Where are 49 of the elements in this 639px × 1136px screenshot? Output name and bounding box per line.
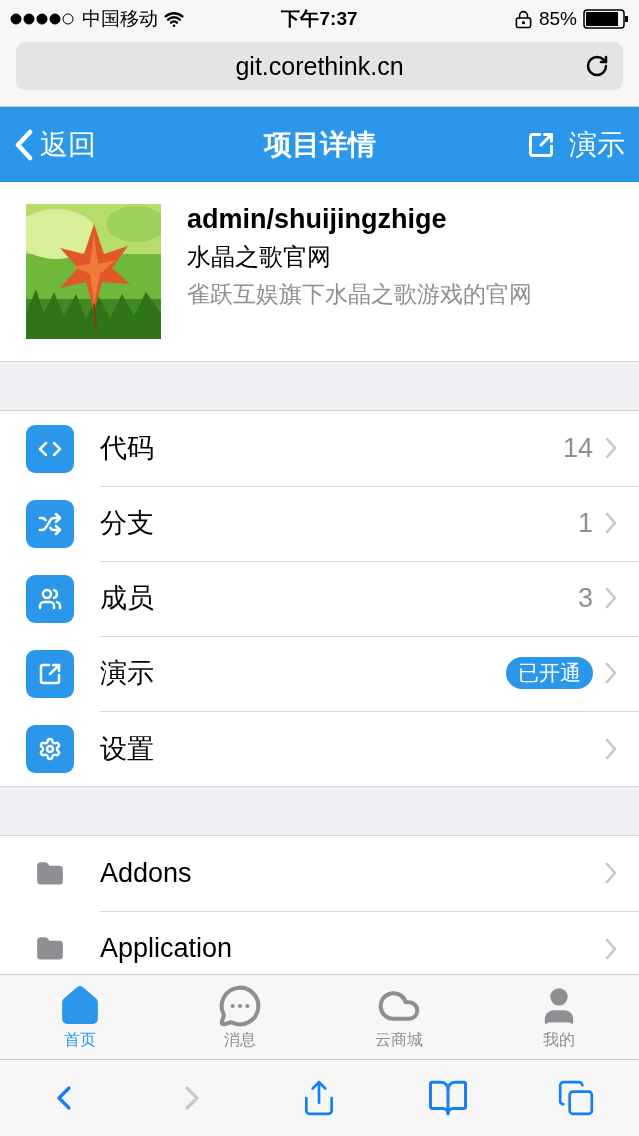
folder-icon — [36, 859, 64, 888]
menu-label: 设置 — [100, 732, 155, 766]
back-chevron-icon — [14, 128, 34, 161]
menu-label: 成员 — [100, 582, 155, 615]
chevron-icon — [605, 587, 617, 609]
menu-row[interactable]: 代码 14 — [0, 411, 639, 486]
project-description: 雀跃互娱旗下水晶之歌游戏的官网 — [187, 280, 532, 309]
chevron-icon — [605, 437, 617, 459]
carrier-name: 中国移动 — [82, 7, 158, 31]
reload-icon[interactable] — [585, 54, 609, 78]
folder-row[interactable]: Addons — [0, 836, 639, 911]
tabs-icon[interactable] — [556, 1079, 595, 1117]
settings-icon — [26, 724, 74, 773]
orientation-lock-icon — [513, 9, 533, 29]
chevron-icon — [605, 737, 617, 760]
status-badge: 已开通 — [506, 657, 593, 689]
chevron-icon — [605, 662, 617, 684]
folder-name: Application — [100, 933, 234, 964]
menu-row[interactable]: 成员 3 — [0, 561, 639, 636]
clock-time: 下午7:37 — [281, 7, 358, 31]
chat-bubble-icon — [217, 983, 262, 1028]
folder-icon — [36, 934, 64, 963]
address-bar[interactable]: git.corethink.cn — [16, 42, 623, 90]
chevron-icon — [605, 937, 617, 960]
wifi-icon — [164, 9, 184, 29]
folder-name: Addons — [100, 857, 193, 889]
item-count: 14 — [562, 432, 593, 464]
signal-icon — [10, 13, 76, 25]
item-count: 3 — [577, 582, 593, 614]
code-icon — [26, 424, 74, 473]
users-icon — [26, 574, 74, 623]
menu-label: 演示 — [100, 657, 155, 690]
battery-icon — [583, 9, 629, 29]
page-title: 项目详情 — [262, 127, 377, 162]
external-link-icon — [527, 130, 556, 159]
project-path: admin/shuijingzhige — [187, 204, 448, 235]
menu-label: 代码 — [100, 432, 155, 465]
project-title: 水晶之歌官网 — [187, 242, 332, 272]
shuffle-icon — [26, 499, 74, 548]
external-link-icon — [26, 649, 74, 698]
menu-row[interactable]: 分支 1 — [0, 486, 639, 561]
battery-percent: 85% — [538, 8, 577, 30]
menu-label: 分支 — [100, 507, 155, 540]
chevron-icon — [605, 512, 617, 534]
folder-row[interactable]: Application — [0, 911, 639, 974]
item-count: 1 — [577, 507, 593, 539]
menu-row[interactable]: 演示 已开通 — [0, 636, 639, 711]
menu-row[interactable]: 设置 — [0, 711, 639, 786]
chevron-icon — [605, 862, 617, 884]
